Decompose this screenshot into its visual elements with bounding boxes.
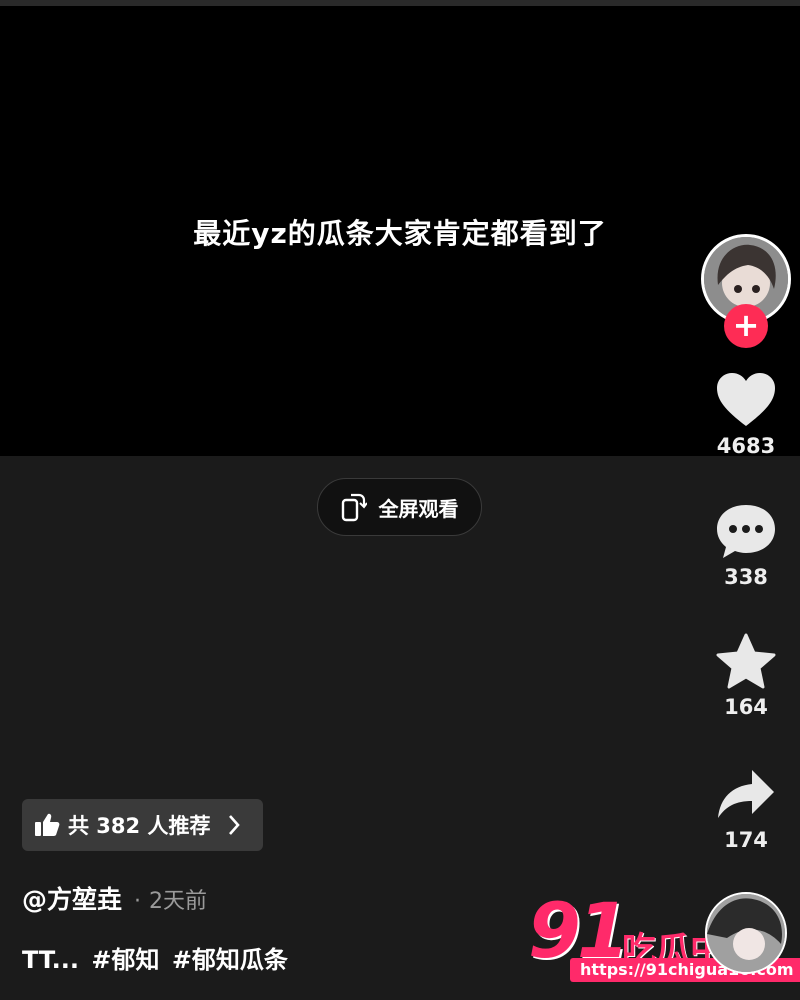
comment-icon xyxy=(717,505,775,558)
comment-button[interactable]: 338 xyxy=(705,503,787,589)
favorite-button[interactable]: 164 xyxy=(705,633,787,719)
recommend-label: 共 382 人推荐 xyxy=(68,814,211,838)
favorite-count: 164 xyxy=(724,695,768,719)
video-description[interactable]: TT... #郁知 #郁知瓜条 xyxy=(22,940,288,975)
recommend-chip[interactable]: 共 382 人推荐 xyxy=(22,799,263,851)
separator-dot: · xyxy=(134,889,142,914)
follow-button[interactable]: + xyxy=(724,304,768,348)
share-icon xyxy=(718,770,774,818)
rotate-screen-icon xyxy=(341,493,367,522)
music-disc-icon xyxy=(707,894,785,972)
share-count: 174 xyxy=(724,828,768,852)
like-count: 4683 xyxy=(716,434,776,458)
author-name[interactable]: @方堃垚 xyxy=(22,880,122,916)
heart-icon xyxy=(717,373,775,426)
author-row: @方堃垚 · 2天前 xyxy=(22,880,207,916)
thumbs-up-icon xyxy=(35,813,60,836)
video-player[interactable]: 最近yz的瓜条大家肯定都看到了 xyxy=(0,6,800,456)
star-icon xyxy=(716,633,776,689)
chevron-right-icon xyxy=(229,815,240,835)
share-button[interactable]: 174 xyxy=(705,768,787,852)
fullscreen-button[interactable]: 全屏观看 xyxy=(317,478,482,536)
post-time: 2天前 xyxy=(149,889,208,914)
comment-count: 338 xyxy=(724,565,768,589)
like-button[interactable]: 4683 xyxy=(705,372,787,458)
music-disc-avatar[interactable] xyxy=(705,892,787,974)
video-caption: 最近yz的瓜条大家肯定都看到了 xyxy=(193,217,607,250)
fullscreen-label: 全屏观看 xyxy=(378,496,459,521)
